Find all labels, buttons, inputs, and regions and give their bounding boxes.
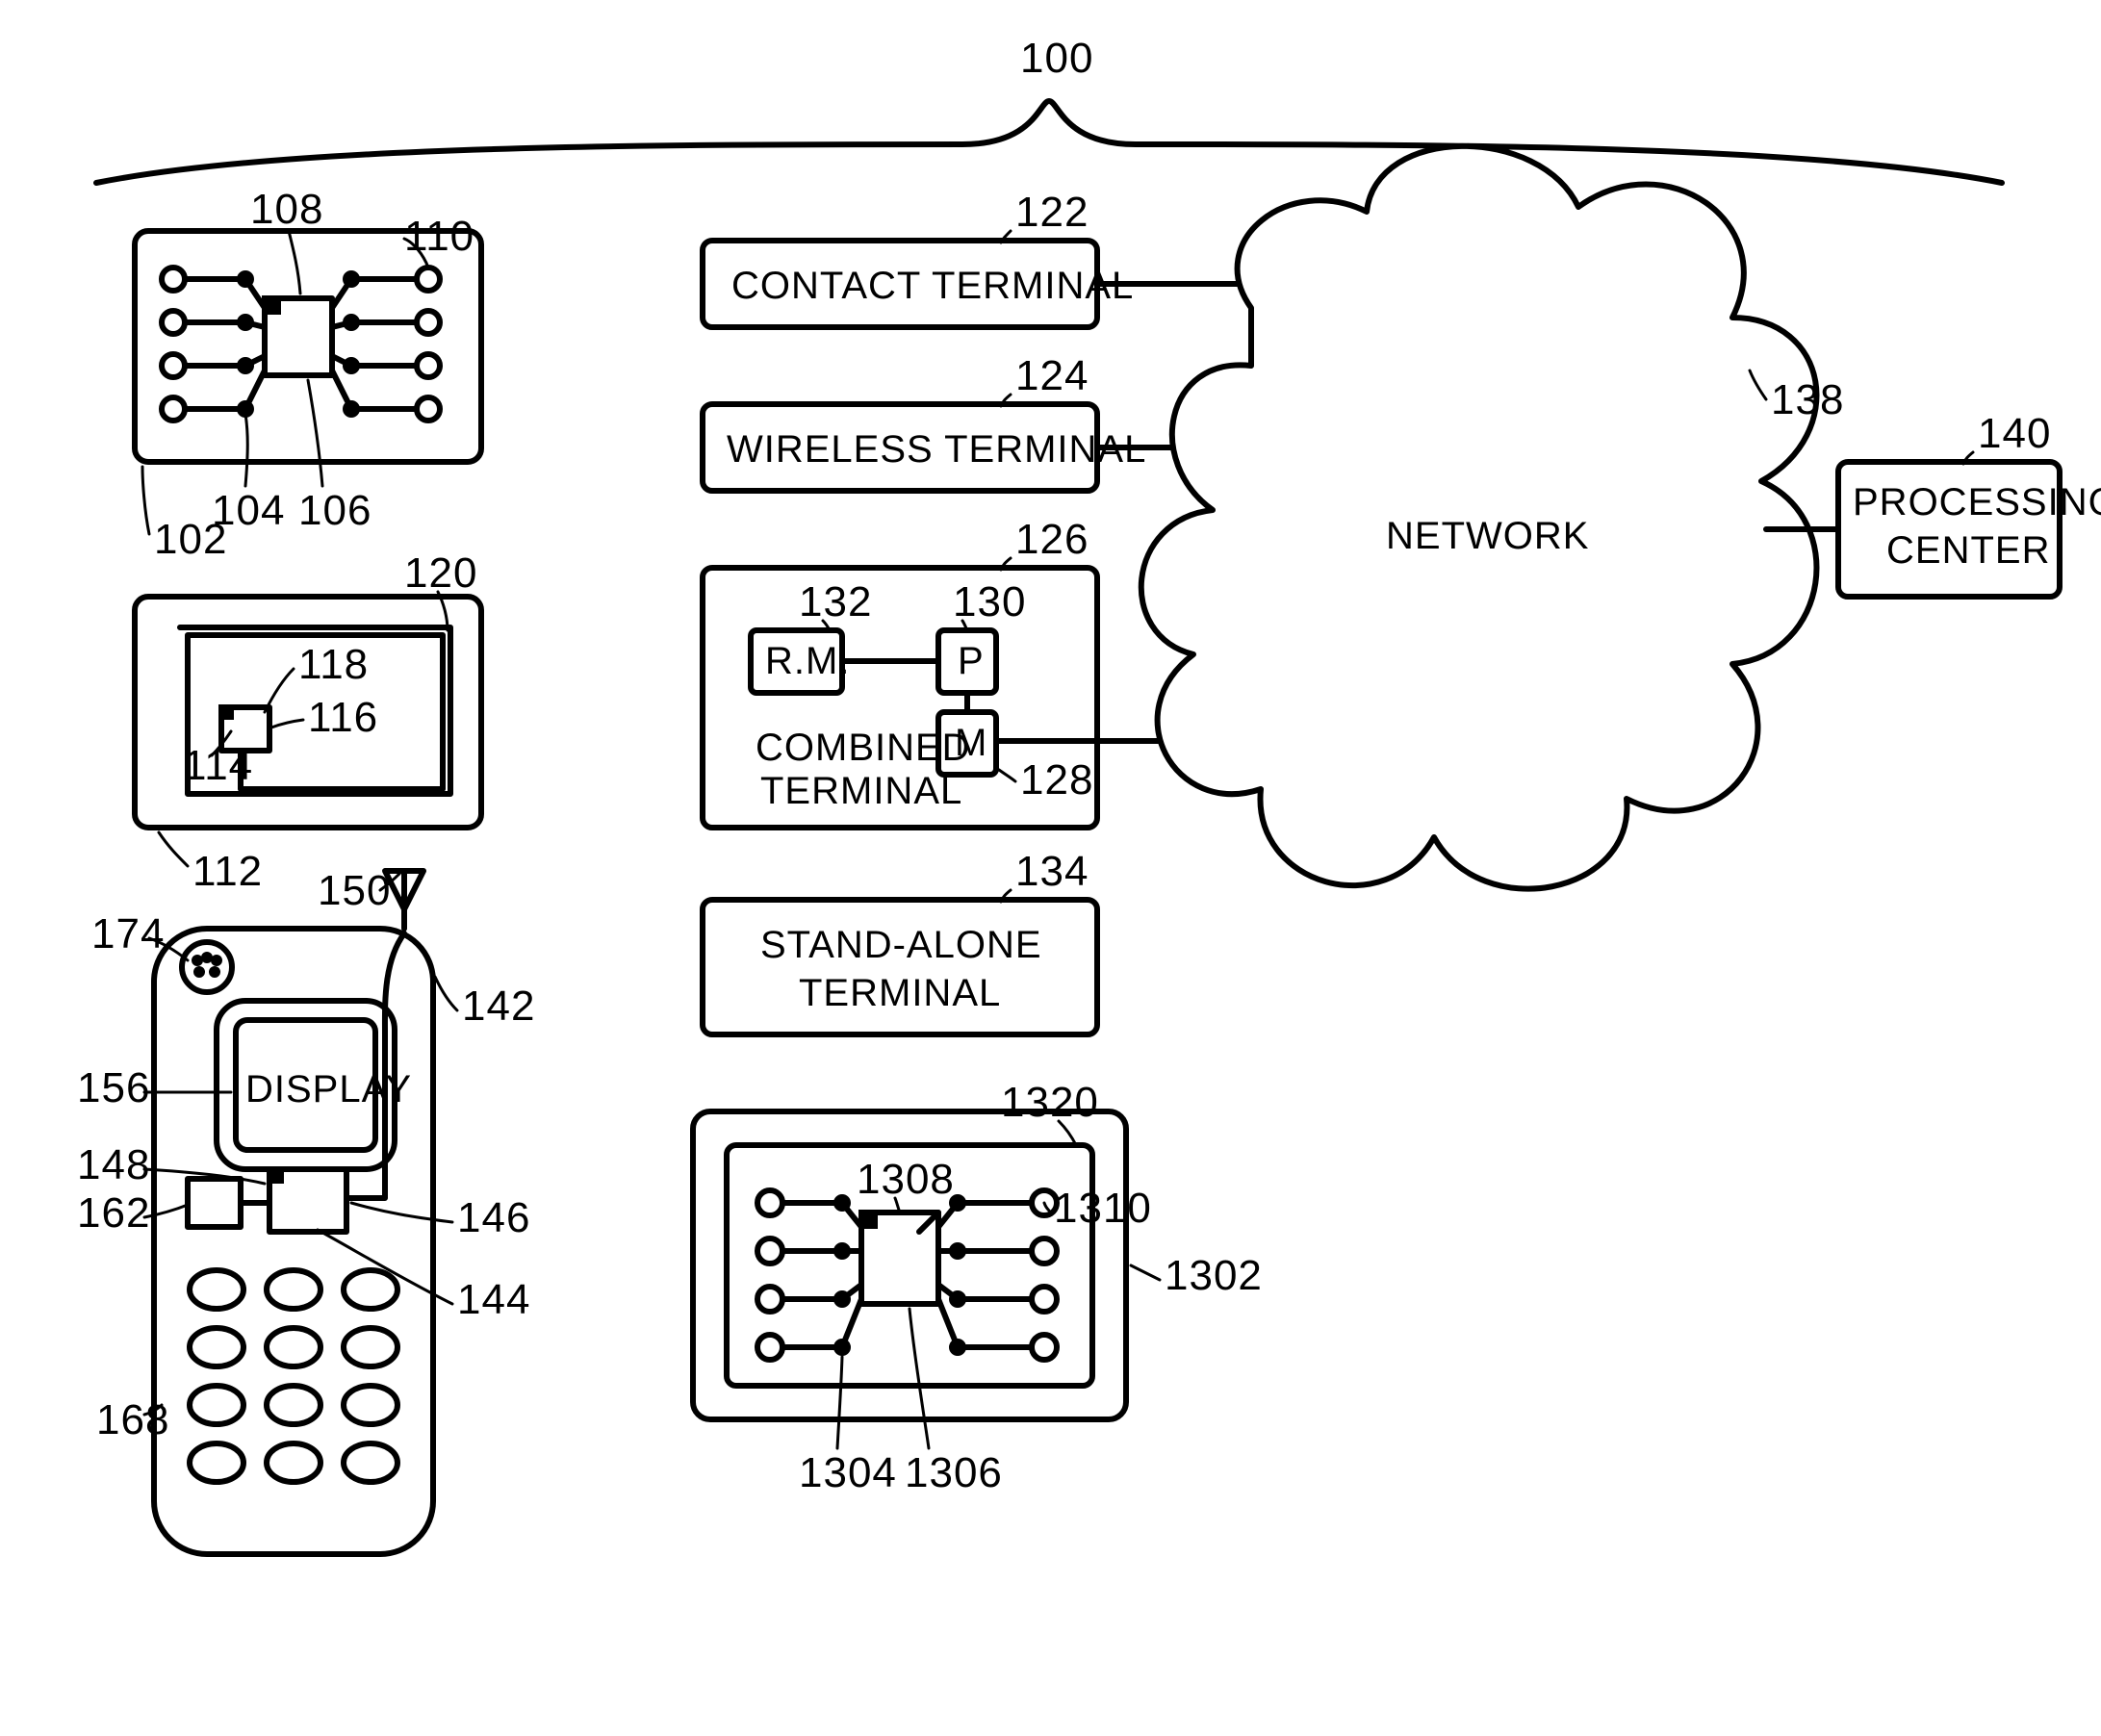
processing-label: PROCESSING [1853, 481, 2101, 523]
wireless-terminal: WIRELESS TERMINAL 124 [703, 352, 1227, 491]
standalone-terminal: STAND-ALONE TERMINAL 134 [703, 848, 1097, 1034]
ref-116: 116 [308, 694, 378, 741]
ref-120: 120 [404, 549, 477, 597]
ref-1304: 1304 [799, 1449, 897, 1496]
ref-142: 142 [462, 983, 535, 1030]
ref-144: 144 [457, 1276, 530, 1323]
contact-terminal-label: CONTACT TERMINAL [731, 265, 1134, 307]
ref-174: 174 [91, 910, 165, 957]
ref-140: 140 [1978, 410, 2051, 457]
network-cloud: NETWORK 138 [1141, 146, 1845, 889]
ref-102: 102 [154, 516, 227, 563]
ref-126: 126 [1015, 516, 1089, 563]
standalone-label-1: STAND-ALONE [760, 924, 1042, 966]
ref-1308: 1308 [857, 1156, 955, 1203]
ref-118: 118 [298, 641, 369, 688]
rm-label: R.M. [765, 640, 850, 682]
ref-128: 128 [1020, 756, 1093, 804]
ref-122: 122 [1015, 189, 1089, 236]
combined-label-1: COMBINED [756, 727, 971, 769]
ref-138: 138 [1771, 376, 1844, 423]
ref-134: 134 [1015, 848, 1089, 895]
card-112: 120 118 116 114 112 [135, 549, 481, 895]
ref-168: 168 [96, 1396, 169, 1443]
phone-142: DISPLAY 150 174 142 156 148 162 146 144 … [77, 867, 535, 1554]
ref-124: 124 [1015, 352, 1089, 399]
ref-1310: 1310 [1054, 1185, 1152, 1232]
diagram-root: 100 108 110 104 106 102 [0, 0, 2101, 1736]
ref-100: 100 [1020, 35, 1093, 82]
ref-108: 108 [250, 186, 323, 233]
ref-132: 132 [799, 578, 872, 625]
standalone-label-2: TERMINAL [799, 972, 1001, 1014]
ref-112: 112 [192, 848, 263, 895]
wireless-terminal-label: WIRELESS TERMINAL [727, 428, 1146, 471]
ref-146: 146 [457, 1194, 530, 1241]
ref-130: 130 [953, 578, 1026, 625]
ref-1306: 1306 [905, 1449, 1003, 1496]
card-102: 108 110 104 106 102 [135, 186, 481, 563]
network-label: NETWORK [1386, 515, 1589, 557]
center-label: CENTER [1886, 529, 2050, 572]
combined-label-2: TERMINAL [760, 770, 962, 812]
overall-brace: 100 [96, 35, 2002, 183]
ref-156: 156 [77, 1064, 150, 1111]
ref-110: 110 [404, 213, 474, 260]
ref-162: 162 [77, 1189, 150, 1237]
ref-106: 106 [298, 487, 372, 534]
processing-center: PROCESSING CENTER 140 [1838, 410, 2101, 597]
contact-terminal: CONTACT TERMINAL 122 [703, 189, 1275, 327]
ref-1320: 1320 [1001, 1079, 1099, 1126]
card-1302: 1320 1308 1310 1302 1304 1306 [693, 1079, 1263, 1496]
p-label: P [958, 640, 985, 682]
ref-148: 148 [77, 1141, 150, 1188]
ref-1302: 1302 [1165, 1252, 1263, 1299]
